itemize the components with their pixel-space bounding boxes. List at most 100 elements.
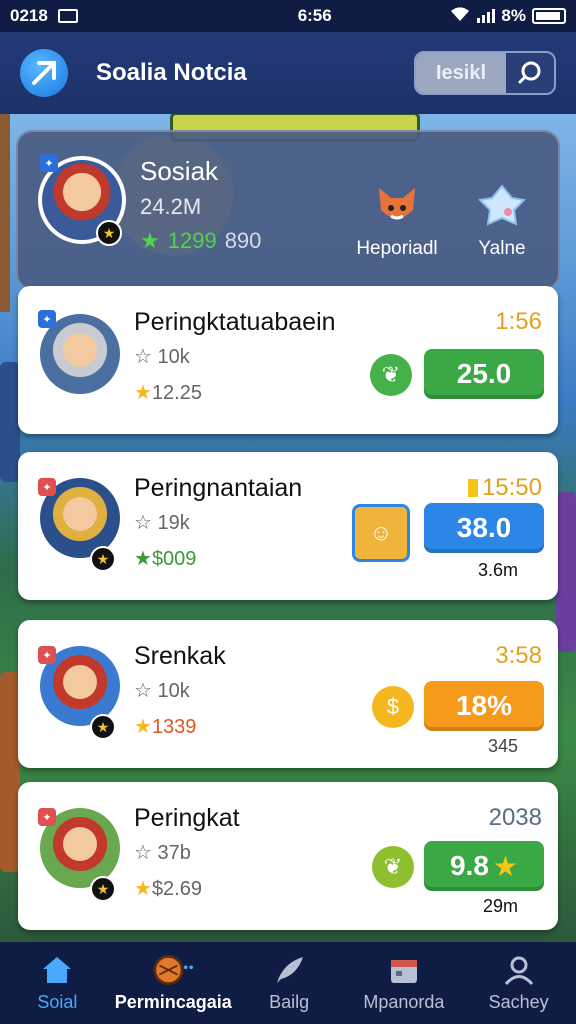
star-icon: ★ bbox=[134, 382, 152, 404]
card-likes-value: 37b bbox=[157, 842, 191, 864]
profile-stat-green: 1299 bbox=[167, 228, 217, 253]
score-value: 9.8 bbox=[449, 850, 489, 881]
app-logo-icon[interactable] bbox=[20, 49, 68, 97]
rank-card[interactable]: ✦ Peringktatuabaein ☆ 10k ★12.25 1:56 ❦ … bbox=[18, 286, 558, 434]
mini-item-label: Heporiadl bbox=[356, 238, 438, 259]
home-icon bbox=[37, 954, 77, 986]
nav-item-soial[interactable]: Soial bbox=[0, 942, 115, 1024]
background-block bbox=[0, 672, 20, 872]
fox-icon bbox=[371, 182, 423, 230]
card-time-value: 15:50 bbox=[481, 474, 542, 501]
profile-stats: ★ 1299 890 bbox=[140, 228, 261, 254]
card-points-value: 1339 bbox=[151, 716, 197, 738]
card-likes: ☆ 37b bbox=[134, 842, 191, 864]
profile-card[interactable]: ✦ ★ Sosiak 24.2M ★ 1299 890 Heporiadl Ya… bbox=[16, 130, 560, 290]
score-button[interactable]: 9.8 ★ bbox=[424, 841, 544, 891]
background-block bbox=[0, 362, 20, 482]
crystal-icon bbox=[476, 182, 528, 230]
card-time: 15:50 bbox=[467, 474, 542, 502]
mini-item-heporiadl[interactable]: Heporiadl bbox=[356, 182, 438, 260]
search-icon bbox=[518, 61, 541, 84]
status-text: 0218 bbox=[10, 6, 48, 25]
card-subtext: 345 bbox=[487, 736, 518, 756]
nav-label: Permincagaia bbox=[114, 991, 232, 1012]
card-points: ★12.25 bbox=[134, 380, 202, 405]
mini-item-label: Yalne bbox=[478, 238, 526, 259]
app-header: Soalia Notcia Iesikl bbox=[0, 32, 576, 114]
card-title: Peringnantaian bbox=[134, 474, 303, 502]
leaf-icon: ❦ bbox=[370, 354, 412, 396]
background-block bbox=[556, 492, 576, 652]
wifi-icon bbox=[449, 6, 471, 27]
signal-icon bbox=[477, 9, 496, 23]
card-points: ★$2.69 bbox=[134, 876, 202, 901]
mini-item-yalne[interactable]: Yalne bbox=[464, 182, 540, 260]
card-title: Peringkat bbox=[134, 804, 240, 832]
score-button[interactable]: 18% bbox=[424, 681, 544, 731]
card-likes: ☆ 10k bbox=[134, 346, 190, 368]
profile-followers: 24.2M bbox=[140, 194, 202, 219]
star-icon: ★ bbox=[134, 878, 152, 900]
card-title: Peringktatuabaein bbox=[134, 308, 336, 336]
character-icon: ☺ bbox=[352, 504, 410, 562]
nav-label: Soial bbox=[37, 991, 78, 1012]
card-tag-icon: ✦ bbox=[38, 646, 56, 664]
card-title: Srenkak bbox=[134, 642, 226, 670]
calendar-icon bbox=[384, 954, 424, 986]
nav-label: Sachey bbox=[488, 991, 549, 1012]
star-icon: ★ bbox=[492, 850, 519, 882]
nav-item-sachey[interactable]: Sachey bbox=[461, 942, 576, 1024]
card-tag-icon: ✦ bbox=[38, 478, 56, 496]
nav-item-mpanorda[interactable]: Mpanorda bbox=[347, 942, 462, 1024]
rank-card[interactable]: ✦ ★ Peringkat ☆ 37b ★$2.69 2038 ❦ 9.8 ★ 2… bbox=[18, 782, 558, 930]
battery-icon bbox=[532, 8, 566, 24]
leaf-icon: ❦ bbox=[372, 846, 414, 888]
bottom-nav: Soial Permincagaia Bailg Mpanorda Sachey bbox=[0, 942, 576, 1024]
card-time: 2038 bbox=[488, 804, 542, 831]
profile-name: Sosiak bbox=[140, 156, 219, 186]
card-points-value: 12.25 bbox=[151, 382, 202, 404]
star-badge-icon: ★ bbox=[90, 876, 116, 902]
score-button[interactable]: 38.0 bbox=[424, 503, 544, 553]
timer-icon bbox=[467, 479, 478, 497]
search-button[interactable] bbox=[506, 53, 554, 93]
star-icon: ★ bbox=[140, 228, 160, 253]
card-subtext: 29m bbox=[482, 896, 518, 916]
rank-card[interactable]: ✦ ★ Srenkak ☆ 10k ★1339 3:58 $ 18% 345 bbox=[18, 620, 558, 768]
soccer-ball-icon bbox=[153, 954, 194, 986]
card-points-value: $009 bbox=[151, 548, 197, 570]
card-likes-value: 19k bbox=[157, 512, 190, 534]
star-badge-icon: ★ bbox=[96, 220, 122, 246]
card-likes: ☆ 19k bbox=[134, 512, 190, 534]
feather-icon bbox=[269, 954, 309, 986]
card-tag-icon: ✦ bbox=[38, 310, 56, 328]
card-likes-value: 10k bbox=[157, 346, 190, 368]
card-time: 1:56 bbox=[495, 308, 542, 335]
profile-icon bbox=[499, 954, 539, 986]
card-points-value: $2.69 bbox=[151, 878, 202, 900]
profile-tag-icon: ✦ bbox=[40, 154, 58, 172]
app-title: Soalia Notcia bbox=[96, 59, 247, 86]
card-subtext: 3.6m bbox=[477, 560, 518, 580]
card-points: ★$009 bbox=[134, 546, 196, 571]
coin-icon: $ bbox=[372, 686, 414, 728]
card-time: 3:58 bbox=[495, 642, 542, 669]
star-badge-icon: ★ bbox=[90, 546, 116, 572]
search-box[interactable]: Iesikl bbox=[414, 51, 556, 95]
nav-label: Bailg bbox=[269, 991, 310, 1012]
status-bar: 0218 6:56 8% bbox=[0, 0, 576, 32]
profile-stat-gray: 890 bbox=[224, 228, 262, 253]
star-icon: ★ bbox=[134, 716, 152, 738]
score-button[interactable]: 25.0 bbox=[424, 349, 544, 399]
background-post bbox=[0, 112, 10, 312]
card-likes-value: 10k bbox=[157, 680, 190, 702]
card-likes: ☆ 10k bbox=[134, 680, 190, 702]
star-icon: ★ bbox=[134, 548, 152, 570]
card-tag-icon: ✦ bbox=[38, 808, 56, 826]
rank-card[interactable]: ✦ ★ Peringnantaian ☆ 19k ★$009 15:50 ☺ 3… bbox=[18, 452, 558, 600]
search-input[interactable]: Iesikl bbox=[416, 53, 506, 93]
battery-percent: 8% bbox=[501, 6, 526, 25]
status-time: 6:56 bbox=[297, 6, 332, 25]
nav-item-bailg[interactable]: Bailg bbox=[232, 942, 347, 1024]
nav-item-permincagaia[interactable]: Permincagaia bbox=[115, 942, 232, 1024]
